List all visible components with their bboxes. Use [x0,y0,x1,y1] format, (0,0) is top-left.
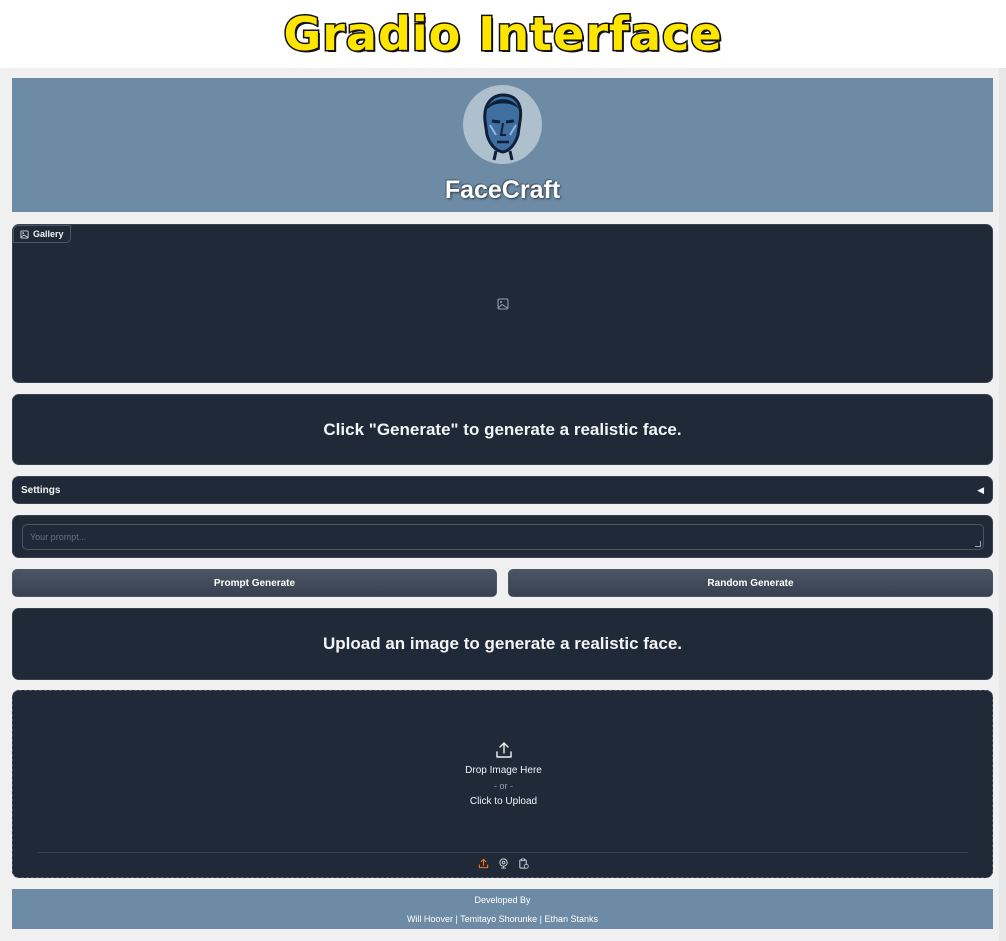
settings-accordion[interactable]: Settings ◀ [12,476,993,504]
scrollbar-track[interactable] [999,68,1006,941]
app-header: FaceCraft [12,78,993,212]
upload-source-icon[interactable] [478,858,489,869]
settings-label: Settings [21,484,61,496]
caret-left-icon[interactable]: ◀ [977,485,984,496]
upload-source-bar [13,858,994,869]
prompt-input[interactable] [22,524,984,550]
drop-image-text: Drop Image Here [465,765,542,776]
image-icon [20,229,29,239]
image-upload-dropzone[interactable]: Drop Image Here - or - Click to Upload [12,690,993,878]
gallery-label: Gallery [13,225,71,243]
upload-prompt[interactable]: Drop Image Here - or - Click to Upload [13,741,994,807]
upload-arrow-icon [495,742,512,758]
resize-handle-icon[interactable] [975,541,981,547]
click-to-upload-text[interactable]: Click to Upload [13,796,994,807]
gallery-panel: Gallery [12,224,993,383]
or-text: - or - [494,781,513,791]
app-page: FaceCraft Gallery Click "Generate" to ge… [0,68,1006,941]
webcam-icon[interactable] [498,858,509,869]
empty-image-icon [497,298,509,310]
gallery-label-text: Gallery [33,229,64,239]
banner: Gradio Interface [0,0,1006,68]
random-generate-button[interactable]: Random Generate [508,569,993,597]
developed-by-text: Developed By [474,895,531,905]
prompt-box [12,515,993,558]
prompt-generate-button[interactable]: Prompt Generate [12,569,497,597]
source-divider [38,852,968,853]
upload-hint: Upload an image to generate a realistic … [12,608,993,680]
generate-hint: Click "Generate" to generate a realistic… [12,394,993,465]
face-logo-icon [483,93,523,161]
app-title: FaceCraft [444,176,561,204]
footer: Developed By Will Hoover | Temitayo Shor… [12,889,993,929]
authors-text: Will Hoover | Temitayo Shorunke | Ethan … [406,914,599,924]
banner-title: Gradio Interface [282,6,723,63]
facecraft-logo [463,85,542,164]
clipboard-icon[interactable] [518,858,529,869]
